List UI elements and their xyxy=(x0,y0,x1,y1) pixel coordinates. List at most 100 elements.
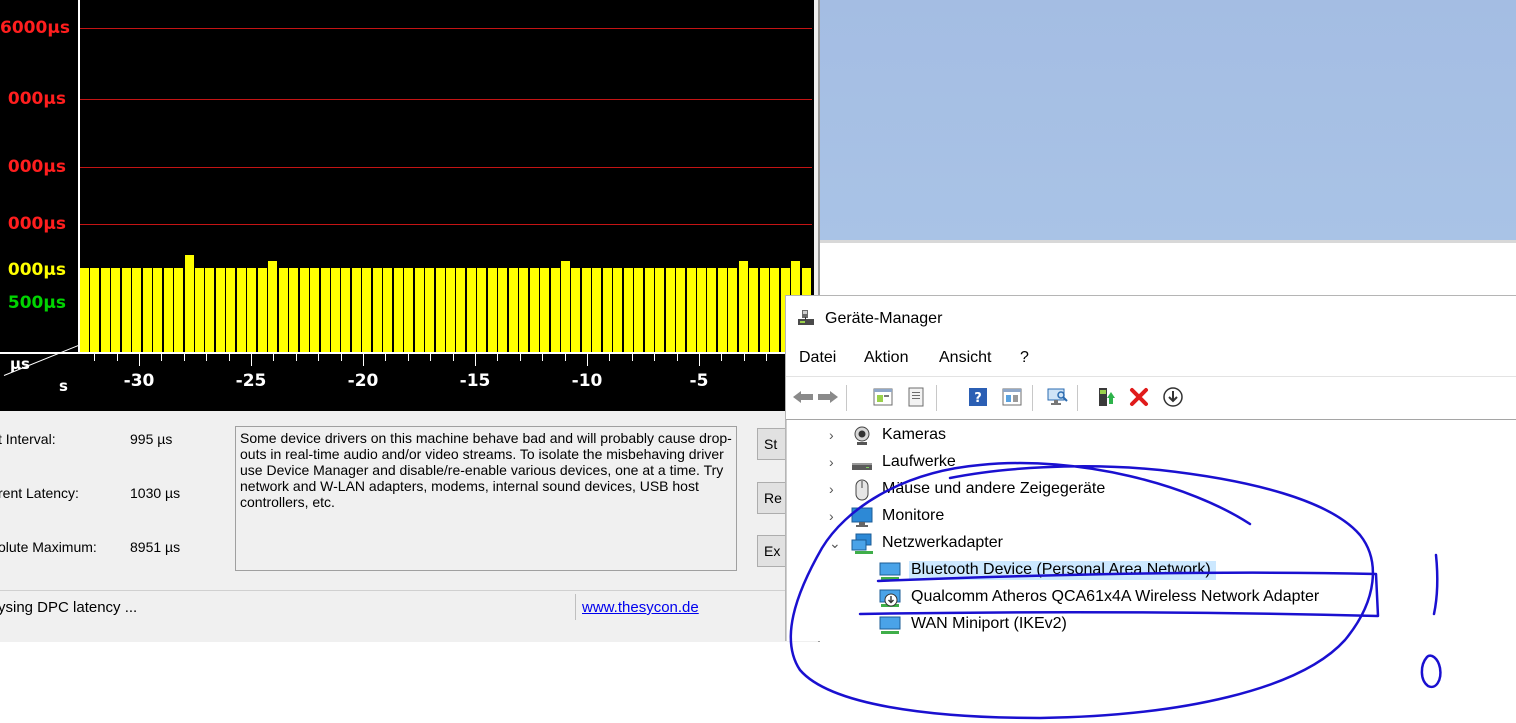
latency-bar xyxy=(770,268,782,352)
latency-bar xyxy=(550,268,562,352)
x-tick xyxy=(296,354,297,361)
chevron-right-icon[interactable]: › xyxy=(829,481,834,497)
tree-item-label: Netzwerkadapter xyxy=(882,534,1003,551)
toolbar-separator xyxy=(936,385,937,411)
latency-bar xyxy=(561,261,573,352)
tree-item-label: WAN Miniport (IKEv2) xyxy=(911,615,1067,632)
latency-bar xyxy=(435,268,447,352)
menu-help[interactable]: ? xyxy=(1020,349,1029,367)
x-tick xyxy=(587,354,588,366)
tree-item-label: Kameras xyxy=(882,426,947,443)
latency-bar xyxy=(205,268,217,352)
x-tick xyxy=(721,354,722,361)
uninstall-icon[interactable] xyxy=(1128,386,1150,408)
latency-bar xyxy=(529,268,541,352)
tree-item-label: Qualcomm Atheros QCA61x4A Wireless Netwo… xyxy=(911,588,1320,605)
tree-item-netzwerkadapter[interactable]: ⌄ Netzwerkadapter xyxy=(787,531,1516,558)
latency-bar xyxy=(184,255,196,352)
latency-bar xyxy=(299,268,311,352)
x-tick xyxy=(453,354,454,361)
scan-hardware-icon[interactable] xyxy=(1046,386,1068,408)
absolute-maximum-value: 8951 µs xyxy=(130,539,181,555)
x-tick xyxy=(341,354,342,361)
monitor-icon xyxy=(851,507,873,527)
latency-bar xyxy=(728,268,740,352)
show-hidden-icon[interactable] xyxy=(905,386,927,408)
latency-bar xyxy=(215,268,227,352)
toolbar-separator xyxy=(846,385,847,411)
forward-icon[interactable] xyxy=(817,386,839,408)
x-tick xyxy=(184,354,185,361)
toolbar: ? xyxy=(786,376,1516,420)
y-label: 6000µs xyxy=(0,18,70,38)
latency-bar xyxy=(268,261,280,352)
latency-bar xyxy=(571,268,583,352)
latency-bar xyxy=(383,268,395,352)
x-tick xyxy=(251,354,252,366)
latency-bar xyxy=(676,268,688,352)
y-label: 500µs xyxy=(7,293,66,313)
x-tick xyxy=(677,354,678,361)
network-icon xyxy=(851,533,873,554)
y-axis xyxy=(78,0,80,352)
latency-bar xyxy=(508,268,520,352)
latency-bar xyxy=(80,268,91,352)
menu-ansicht[interactable]: Ansicht xyxy=(939,349,991,367)
back-icon[interactable] xyxy=(792,386,814,408)
latency-bar xyxy=(738,261,750,352)
tree-item-label: Laufwerke xyxy=(882,453,956,470)
tree-item-qualcomm-adapter[interactable]: Qualcomm Atheros QCA61x4A Wireless Netwo… xyxy=(787,585,1516,612)
x-label: -5 xyxy=(689,371,709,391)
latency-bar xyxy=(456,268,468,352)
menu-datei[interactable]: Datei xyxy=(799,349,836,367)
y-unit-label: µs xyxy=(10,355,30,373)
latency-bar xyxy=(477,268,489,352)
chevron-down-icon[interactable]: ⌄ xyxy=(829,535,841,552)
x-label: -25 xyxy=(235,371,267,391)
x-tick xyxy=(699,354,700,366)
tree-item-monitore[interactable]: › Monitore xyxy=(787,504,1516,531)
enable-device-icon[interactable] xyxy=(1162,386,1184,408)
x-tick xyxy=(744,354,745,361)
tree-item-laufwerke[interactable]: › Laufwerke xyxy=(787,450,1516,477)
interval-value: 995 µs xyxy=(130,431,173,447)
status-text: ysing DPC latency ... xyxy=(0,599,138,616)
update-driver-icon[interactable] xyxy=(1095,386,1117,408)
gridline xyxy=(80,224,812,225)
x-tick xyxy=(497,354,498,361)
dpc-latency-checker-window: 6000µs 000µs 000µs 000µs 000µs 500µs -30… xyxy=(0,0,820,642)
disk-drive-icon xyxy=(852,463,872,470)
device-tree: › Kameras › Laufwerke › Mäuse und andere… xyxy=(786,420,1516,641)
menu-aktion[interactable]: Aktion xyxy=(864,349,908,367)
latency-bar xyxy=(446,268,457,352)
x-tick xyxy=(632,354,633,361)
latency-bar xyxy=(153,268,165,352)
latency-bar xyxy=(644,268,656,352)
tree-item-wan-miniport[interactable]: WAN Miniport (IKEv2) xyxy=(787,612,1516,639)
latency-bar xyxy=(581,268,593,352)
properties-icon[interactable] xyxy=(872,386,894,408)
status-bar: ysing DPC latency ... www.thesycon.de xyxy=(0,590,814,623)
diagnosis-message: Some device drivers on this machine beha… xyxy=(235,426,737,571)
help-icon[interactable]: ? xyxy=(967,386,989,408)
toolbar-separator xyxy=(1077,385,1078,411)
chevron-right-icon[interactable]: › xyxy=(829,427,834,443)
window-title: Geräte-Manager xyxy=(825,310,943,327)
x-tick xyxy=(117,354,118,361)
latency-bar xyxy=(362,268,374,352)
tree-item-bluetooth-device[interactable]: Bluetooth Device (Personal Area Network) xyxy=(787,558,1516,585)
chevron-right-icon[interactable]: › xyxy=(829,508,834,524)
latency-bar xyxy=(341,268,353,352)
chevron-right-icon[interactable]: › xyxy=(829,454,834,470)
thesycon-link[interactable]: www.thesycon.de xyxy=(582,599,699,616)
x-tick xyxy=(542,354,543,361)
latency-bar xyxy=(602,268,614,352)
tree-item-kameras[interactable]: › Kameras xyxy=(787,423,1516,450)
network-adapter-disabled-icon xyxy=(879,589,901,607)
view-icon[interactable] xyxy=(1001,386,1023,408)
x-axis xyxy=(0,352,814,354)
latency-bar xyxy=(466,268,478,352)
x-tick xyxy=(161,354,162,361)
gridline xyxy=(80,28,812,29)
tree-item-maeuse[interactable]: › Mäuse und andere Zeigegeräte xyxy=(787,477,1516,504)
